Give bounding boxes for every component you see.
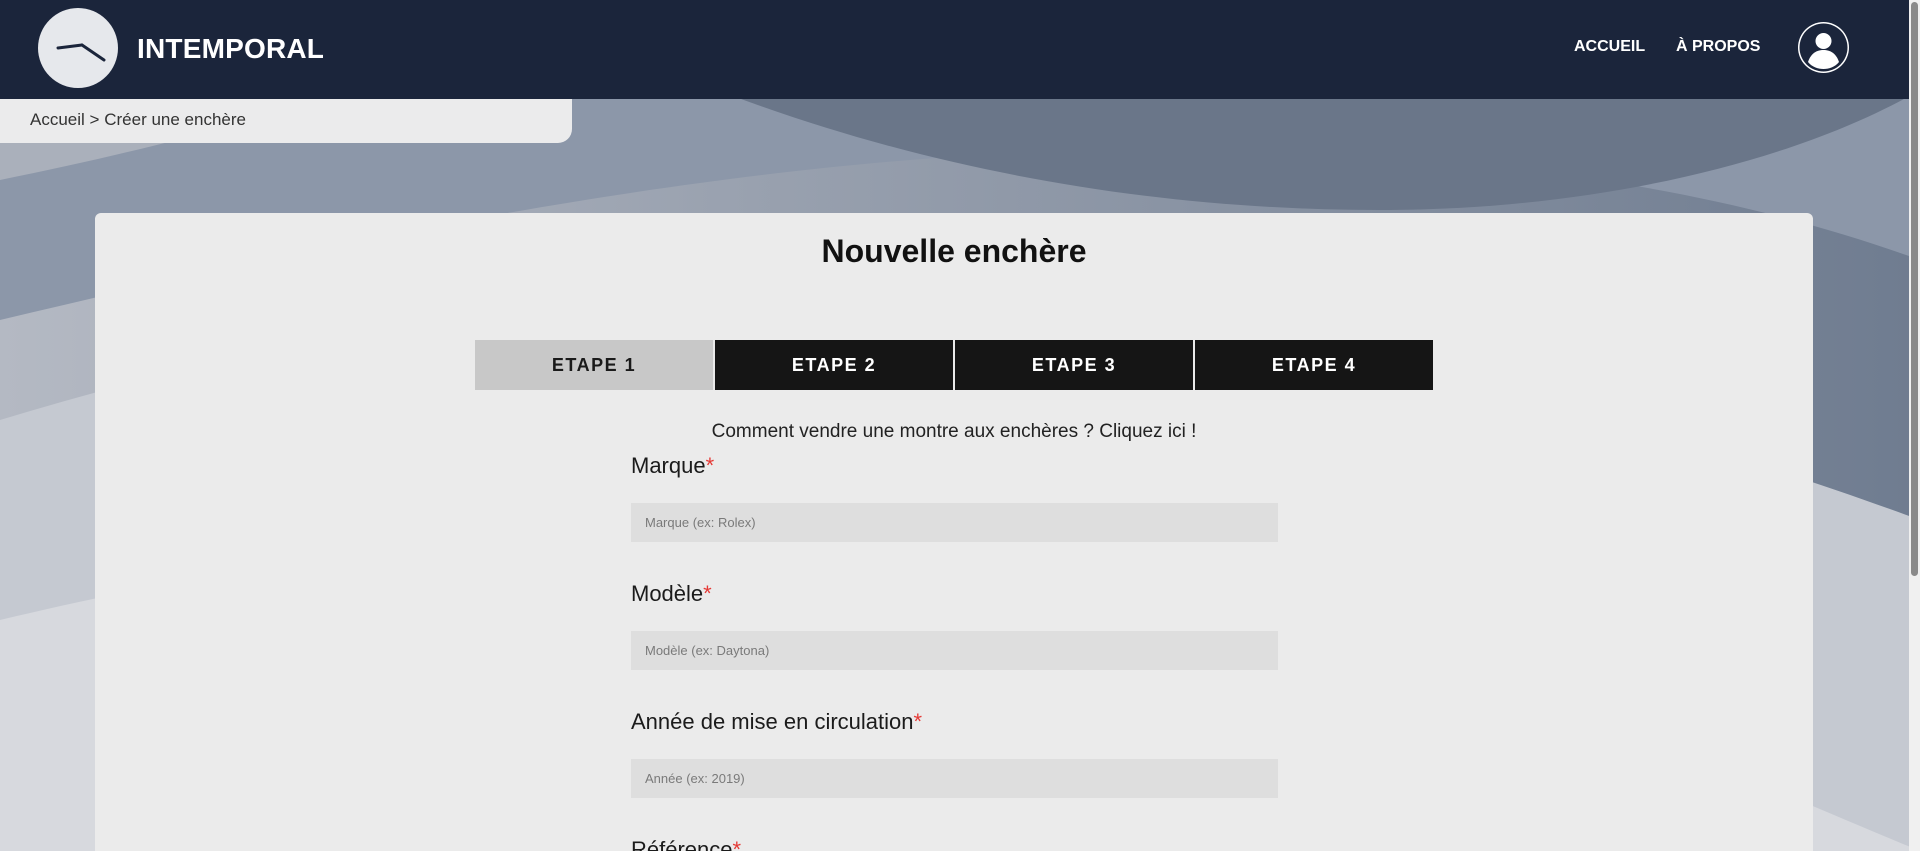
top-navbar: INTEMPORAL ACCUEIL À PROPOS: [0, 0, 1909, 99]
logo[interactable]: [38, 8, 118, 88]
tab-step-4[interactable]: ETAPE 4: [1195, 340, 1433, 390]
field-label-text: Année de mise en circulation: [631, 709, 914, 734]
required-marker: *: [703, 581, 712, 606]
nav-home-link[interactable]: ACCUEIL: [1574, 38, 1645, 56]
step-tabs: ETAPE 1 ETAPE 2 ETAPE 3 ETAPE 4: [475, 340, 1435, 390]
user-avatar-button[interactable]: [1798, 22, 1849, 73]
brand-field-label: Marque*: [631, 453, 714, 479]
auction-form-card: Nouvelle enchère ETAPE 1 ETAPE 2 ETAPE 3…: [95, 213, 1813, 851]
help-link[interactable]: Comment vendre une montre aux enchères ?…: [95, 421, 1813, 443]
brand-input[interactable]: [631, 503, 1278, 542]
nav-about-link[interactable]: À PROPOS: [1676, 38, 1760, 56]
scrollbar-thumb[interactable]: [1911, 2, 1918, 576]
year-input[interactable]: [631, 759, 1278, 798]
field-label-text: Référence: [631, 837, 733, 851]
year-field-label: Année de mise en circulation*: [631, 709, 922, 735]
field-label-text: Modèle: [631, 581, 704, 606]
brand-name[interactable]: INTEMPORAL: [137, 33, 324, 65]
user-icon: [1799, 23, 1848, 72]
breadcrumb-separator: >: [89, 110, 100, 129]
breadcrumb-home-link[interactable]: Accueil: [30, 110, 85, 129]
breadcrumb-current: Créer une enchère: [104, 110, 246, 129]
tab-step-2[interactable]: ETAPE 2: [715, 340, 953, 390]
required-marker: *: [705, 453, 715, 478]
required-marker: *: [913, 709, 923, 734]
model-field-label: Modèle*: [631, 581, 712, 607]
breadcrumb: Accueil > Créer une enchère: [0, 99, 572, 143]
field-label-text: Marque: [631, 453, 706, 478]
reference-field-label: Référence*: [631, 837, 741, 851]
model-input[interactable]: [631, 631, 1278, 670]
tab-step-1[interactable]: ETAPE 1: [475, 340, 713, 390]
clock-hands-icon: [56, 43, 106, 62]
page-title: Nouvelle enchère: [821, 233, 1087, 269]
required-marker: *: [732, 837, 742, 851]
tab-step-3[interactable]: ETAPE 3: [955, 340, 1193, 390]
